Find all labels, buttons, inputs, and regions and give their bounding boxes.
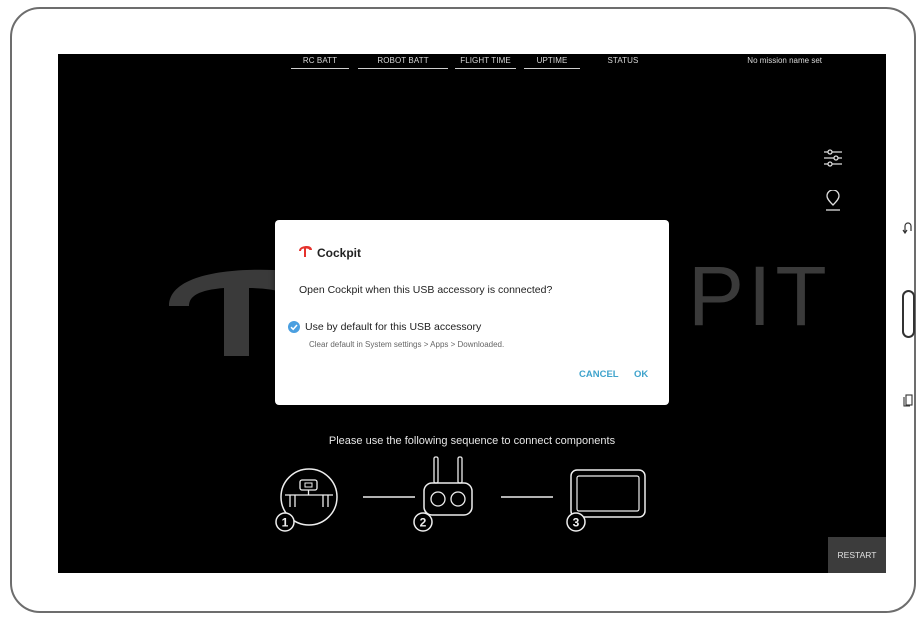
uptime-underline [524,68,580,69]
checkmark-icon [290,324,298,331]
home-button[interactable] [902,290,915,338]
remote-controller-component [423,456,473,516]
cockpit-app-icon [299,246,312,257]
svg-text:3: 3 [573,516,580,530]
sequence-instruction: Please use the following sequence to con… [328,435,616,447]
mission-name: No mission name set [747,56,822,65]
usb-accessory-dialog: Cockpit Open Cockpit when this USB acces… [275,220,669,405]
default-checkbox-label[interactable]: Use by default for this USB accessory [305,321,481,333]
default-hint-text: Clear default in System settings > Apps … [309,340,505,349]
uptime-text: UPTIME [536,56,568,65]
dialog-message: Open Cockpit when this USB accessory is … [299,284,553,296]
status-text: STATUS [607,56,639,65]
sliders-icon[interactable] [823,148,843,168]
recents-icon[interactable] [903,394,914,407]
robot-batt-label: ROBOT BATT [358,56,448,69]
step-2-badge: 2 [413,512,433,532]
flight-time-underline [455,68,516,69]
step-1-badge: 1 [275,512,295,532]
uptime-label: UPTIME [524,56,580,69]
dialog-app-name: Cockpit [317,246,362,260]
dialog-title: Cockpit [299,246,361,260]
back-icon[interactable] [902,222,914,234]
flight-time-label: FLIGHT TIME [455,56,516,69]
step-3-badge: 3 [566,512,586,532]
ok-button[interactable]: OK [634,369,648,380]
connection-sequence-diagram: 1 2 3 [275,456,646,532]
rc-batt-label: RC BATT [291,56,349,69]
rc-batt-underline [291,68,349,69]
location-pin-icon[interactable] [825,190,841,212]
rc-batt-text: RC BATT [302,56,338,65]
flight-time-text: FLIGHT TIME [460,56,511,65]
robot-batt-underline [358,68,448,69]
cancel-button[interactable]: CANCEL [579,369,619,380]
svg-text:1: 1 [282,516,289,530]
restart-button[interactable]: RESTART [828,537,886,573]
status-bar: RC BATT ROBOT BATT FLIGHT TIME UPTIME ST… [58,54,886,72]
status-label: STATUS [603,56,643,65]
default-checkbox[interactable] [288,321,300,333]
logo-text-background: PIT [688,249,831,343]
tablet-component [570,469,646,518]
svg-text:2: 2 [420,516,427,530]
robot-batt-text: ROBOT BATT [377,56,429,65]
